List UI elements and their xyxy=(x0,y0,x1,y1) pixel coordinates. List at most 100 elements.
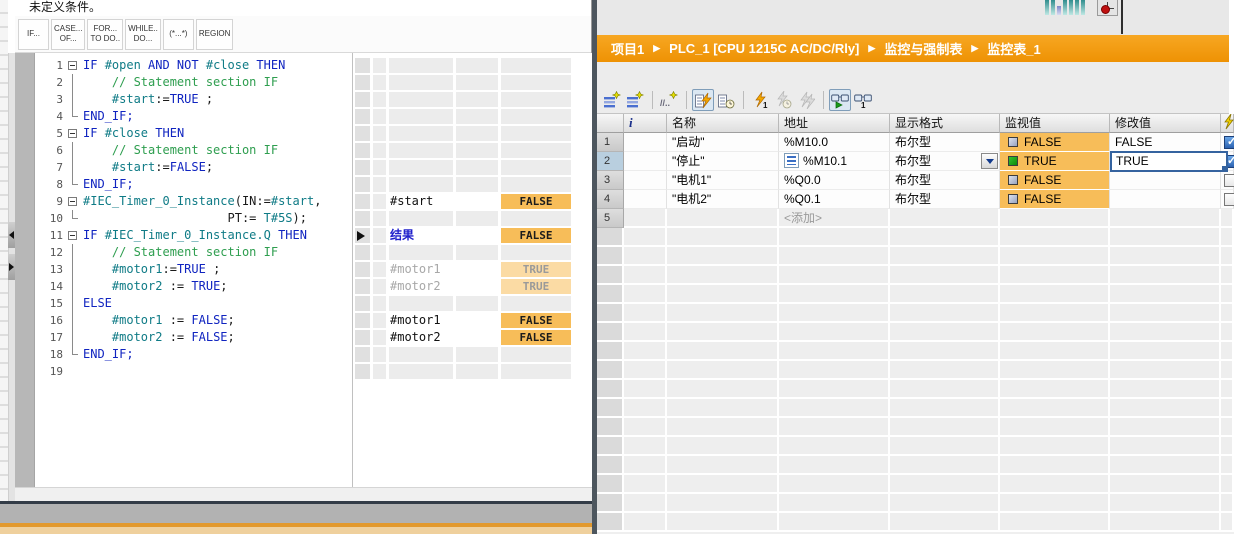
table-row-5[interactable]: 5<添加> xyxy=(597,209,1234,228)
show-trigger-column-icon[interactable]: 1 xyxy=(852,89,874,111)
splitter-collapse-right[interactable] xyxy=(8,254,15,280)
table-empty-row[interactable] xyxy=(597,437,1234,456)
code-line-3[interactable]: 3 #start:=TRUE ; xyxy=(35,91,372,108)
code-line-8[interactable]: 8END_IF; xyxy=(35,176,372,193)
record-breakpoint-icon[interactable] xyxy=(1097,0,1118,16)
cell-info[interactable] xyxy=(624,152,667,171)
table-row-3[interactable]: 3"电机1"%Q0.0布尔型FALSE xyxy=(597,171,1234,190)
format-dropdown-button[interactable] xyxy=(981,153,998,169)
cell-display-format[interactable]: 布尔型 xyxy=(890,133,1000,152)
column-header-monitor[interactable]: 监视值 xyxy=(1000,114,1110,133)
code-line-4[interactable]: 4END_IF; xyxy=(35,108,372,125)
splitter-collapse-left[interactable] xyxy=(8,222,15,248)
cell-name[interactable]: "停止" xyxy=(667,152,779,171)
monitor-all-icon[interactable] xyxy=(692,89,714,111)
fold-collapse-icon[interactable] xyxy=(66,57,79,74)
breakpoint-gutter[interactable] xyxy=(15,53,35,487)
cell-monitor-value[interactable]: FALSE xyxy=(1000,190,1110,209)
modify-value-input[interactable]: TRUE xyxy=(1110,151,1228,172)
cell-name[interactable]: "电机1" xyxy=(667,171,779,190)
table-empty-row[interactable] xyxy=(597,475,1234,494)
add-row-icon[interactable] xyxy=(624,89,646,111)
expanded-mode-icon[interactable] xyxy=(829,89,851,111)
breadcrumb-item[interactable]: 项目1 xyxy=(611,39,644,58)
code-line-1[interactable]: 1IF #open AND NOT #close THEN xyxy=(35,57,372,74)
code-line-5[interactable]: 5IF #close THEN xyxy=(35,125,372,142)
cell-name[interactable]: "启动" xyxy=(667,133,779,152)
cell-address[interactable]: <添加> xyxy=(779,209,890,228)
table-empty-row[interactable] xyxy=(597,494,1234,513)
cell-display-format[interactable]: 布尔型 xyxy=(890,171,1000,190)
modify-enable-checkbox[interactable] xyxy=(1224,193,1234,206)
insert-row-icon[interactable] xyxy=(601,89,623,111)
table-empty-row[interactable] xyxy=(597,247,1234,266)
table-empty-row[interactable] xyxy=(597,418,1234,437)
cell-monitor-value[interactable]: TRUE xyxy=(1000,152,1110,171)
horizontal-scrollbar[interactable] xyxy=(15,487,592,501)
fold-collapse-icon[interactable] xyxy=(66,227,79,244)
cell-address[interactable]: %M10.1 xyxy=(779,152,890,171)
column-header-name[interactable]: 名称 xyxy=(667,114,779,133)
cell-modify-value[interactable] xyxy=(1110,171,1221,190)
snippet-button-if[interactable]: IF... xyxy=(18,19,49,50)
table-empty-row[interactable] xyxy=(597,399,1234,418)
snippet-button-while-do[interactable]: WHILE..DO... xyxy=(125,19,161,50)
cell-modify-trigger[interactable] xyxy=(1221,209,1234,228)
cell-info[interactable] xyxy=(624,133,667,152)
code-line-10[interactable]: 10 PT:= T#5S); xyxy=(35,210,372,227)
cell-display-format[interactable]: 布尔型 xyxy=(890,190,1000,209)
cell-name[interactable]: "电机2" xyxy=(667,190,779,209)
snippet-button-case-of[interactable]: CASE...OF... xyxy=(51,19,85,50)
monitor-once-icon[interactable] xyxy=(715,89,737,111)
code-line-13[interactable]: 13 #motor1:=TRUE ; xyxy=(35,261,372,278)
table-empty-row[interactable] xyxy=(597,513,1234,532)
code-line-11[interactable]: 11IF #IEC_Timer_0_Instance.Q THEN xyxy=(35,227,372,244)
cell-name[interactable] xyxy=(667,209,779,228)
code-line-17[interactable]: 17 #motor2 := FALSE; xyxy=(35,329,372,346)
address-selector-button[interactable] xyxy=(784,153,799,168)
cell-address[interactable]: %Q0.1 xyxy=(779,190,890,209)
code-line-14[interactable]: 14 #motor2 := TRUE; xyxy=(35,278,372,295)
code-line-6[interactable]: 6 // Statement section IF xyxy=(35,142,372,159)
table-empty-row[interactable] xyxy=(597,266,1234,285)
code-line-9[interactable]: 9#IEC_Timer_0_Instance(IN:=#start, xyxy=(35,193,372,210)
snippet-button-comment[interactable]: (*...*) xyxy=(163,19,194,50)
table-empty-row[interactable] xyxy=(597,456,1234,475)
cell-monitor-value[interactable] xyxy=(1000,209,1110,228)
code-line-15[interactable]: 15ELSE xyxy=(35,295,372,312)
fold-collapse-icon[interactable] xyxy=(66,193,79,210)
cell-address[interactable]: %M10.0 xyxy=(779,133,890,152)
modify-enable-checkbox[interactable] xyxy=(1224,136,1234,149)
table-empty-row[interactable] xyxy=(597,228,1234,247)
modify-enable-checkbox[interactable] xyxy=(1224,174,1234,187)
cell-modify-value[interactable] xyxy=(1110,209,1221,228)
fold-collapse-icon[interactable] xyxy=(66,125,79,142)
cell-info[interactable] xyxy=(624,209,667,228)
cell-display-format[interactable] xyxy=(890,209,1000,228)
table-empty-row[interactable] xyxy=(597,323,1234,342)
breadcrumb-item[interactable]: PLC_1 [CPU 1215C AC/DC/Rly] xyxy=(669,41,859,56)
table-empty-row[interactable] xyxy=(597,342,1234,361)
code-line-12[interactable]: 12 // Statement section IF xyxy=(35,244,372,261)
code-line-7[interactable]: 7 #start:=FALSE; xyxy=(35,159,372,176)
code-line-19[interactable]: 19 xyxy=(35,363,372,380)
cell-modify-value[interactable] xyxy=(1110,190,1221,209)
table-row-4[interactable]: 4"电机2"%Q0.1布尔型FALSE xyxy=(597,190,1234,209)
table-row-2[interactable]: 2"停止"%M10.1布尔型TRUETRUE xyxy=(597,152,1234,171)
cell-monitor-value[interactable]: FALSE xyxy=(1000,171,1110,190)
table-empty-row[interactable] xyxy=(597,304,1234,323)
column-header-i[interactable]: i xyxy=(624,114,667,133)
code-editor[interactable]: 1IF #open AND NOT #close THEN2 // Statem… xyxy=(35,53,372,487)
table-empty-row[interactable] xyxy=(597,285,1234,304)
column-header-gutter[interactable] xyxy=(597,114,624,133)
column-header-format[interactable]: 显示格式 xyxy=(890,114,1000,133)
cell-info[interactable] xyxy=(624,190,667,209)
breadcrumb-item[interactable]: 监控表_1 xyxy=(987,39,1040,58)
cell-address[interactable]: %Q0.0 xyxy=(779,171,890,190)
snippet-button-region[interactable]: REGION xyxy=(196,19,234,50)
column-header-modify[interactable]: 修改值 xyxy=(1110,114,1221,133)
code-line-18[interactable]: 18END_IF; xyxy=(35,346,372,363)
modify-with-trigger-icon[interactable] xyxy=(772,89,794,111)
code-line-2[interactable]: 2 // Statement section IF xyxy=(35,74,372,91)
insert-comment-icon[interactable]: //.. xyxy=(658,89,680,111)
